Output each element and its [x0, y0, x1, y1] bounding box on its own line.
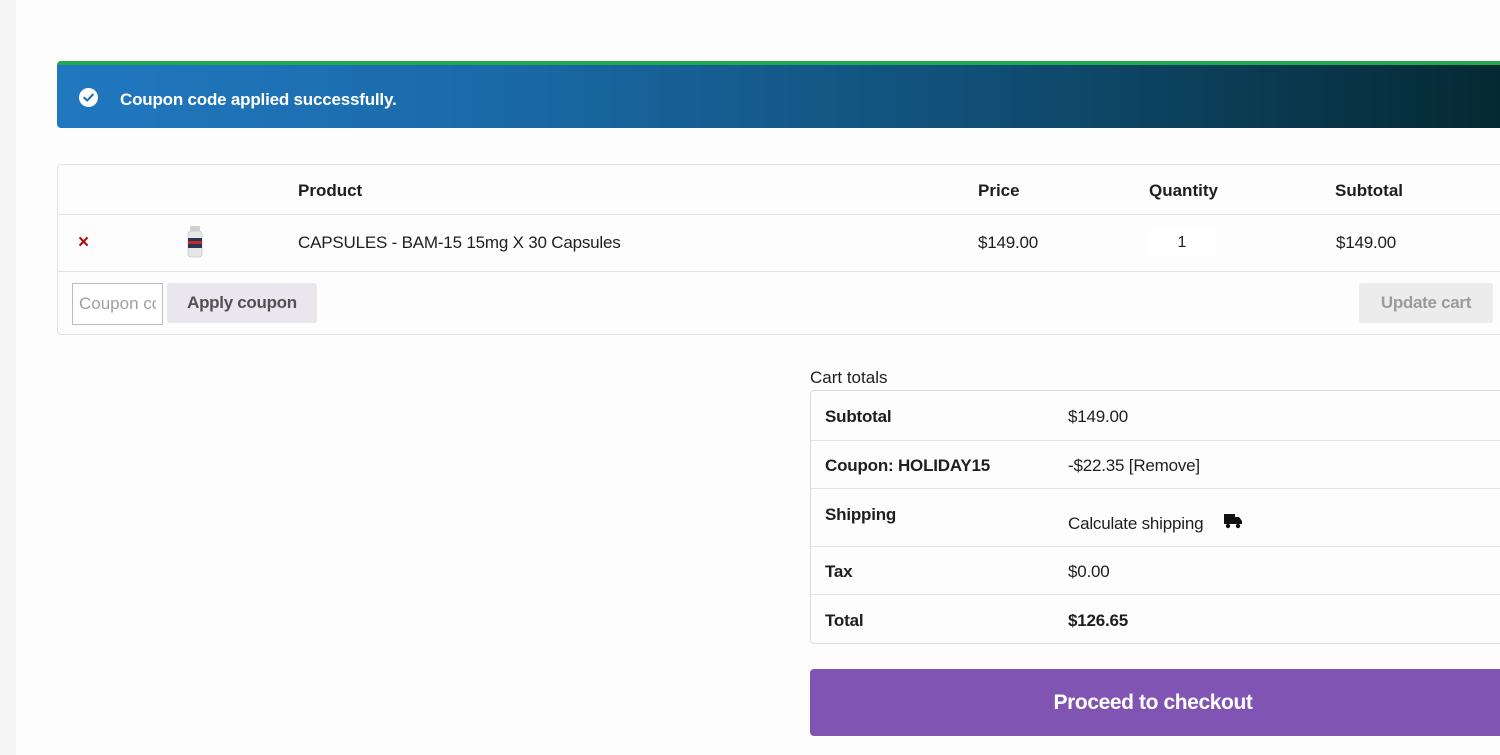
- notice-message: Coupon code applied successfully.: [120, 90, 397, 109]
- coupon-value: -$22.35 [Remove]: [1068, 456, 1200, 476]
- truck-icon: [1224, 514, 1242, 529]
- divider: [811, 488, 1500, 489]
- apply-coupon-button[interactable]: Apply coupon: [167, 283, 317, 323]
- cart-totals-table: Subtotal $149.00 Coupon: HOLIDAY15 -$22.…: [810, 390, 1500, 644]
- header-quantity: Quantity: [1149, 181, 1218, 200]
- proceed-to-checkout-button[interactable]: Proceed to checkout: [810, 669, 1500, 736]
- remove-coupon-link[interactable]: [Remove]: [1129, 456, 1200, 475]
- tax-label: Tax: [825, 562, 853, 581]
- cart-table: Product Price Quantity Subtotal × CAPSUL…: [57, 164, 1500, 335]
- shipping-label: Shipping: [825, 505, 897, 524]
- cart-totals-title: Cart totals: [810, 368, 888, 387]
- tax-value: $0.00: [1068, 562, 1110, 581]
- total-label: Total: [825, 611, 864, 630]
- coupon-discount: -$22.35: [1068, 456, 1125, 475]
- check-circle-icon: [79, 88, 98, 107]
- coupon-code-input[interactable]: [72, 283, 163, 325]
- product-subtotal: $149.00: [1336, 233, 1397, 252]
- quantity-input[interactable]: 1: [1148, 228, 1216, 258]
- header-subtotal: Subtotal: [1335, 181, 1403, 200]
- success-notice: Coupon code applied successfully.: [57, 61, 1500, 128]
- page-gutter: [0, 0, 16, 755]
- total-value: $126.65: [1068, 611, 1129, 630]
- product-name[interactable]: CAPSULES - BAM-15 15mg X 30 Capsules: [298, 233, 621, 253]
- subtotal-label: Subtotal: [825, 407, 892, 426]
- product-price: $149.00: [978, 233, 1039, 252]
- divider: [811, 546, 1500, 547]
- header-product: Product: [298, 181, 363, 200]
- update-cart-button[interactable]: Update cart: [1359, 283, 1493, 323]
- remove-item-icon[interactable]: ×: [78, 233, 89, 252]
- product-thumbnail[interactable]: [185, 225, 205, 259]
- divider: [58, 214, 1500, 215]
- divider: [811, 594, 1500, 595]
- calculate-shipping-link[interactable]: Calculate shipping: [1068, 514, 1204, 534]
- header-price: Price: [978, 181, 1020, 200]
- divider: [811, 440, 1500, 441]
- coupon-label: Coupon: HOLIDAY15: [825, 456, 991, 475]
- divider: [58, 271, 1500, 272]
- subtotal-value: $149.00: [1068, 407, 1129, 426]
